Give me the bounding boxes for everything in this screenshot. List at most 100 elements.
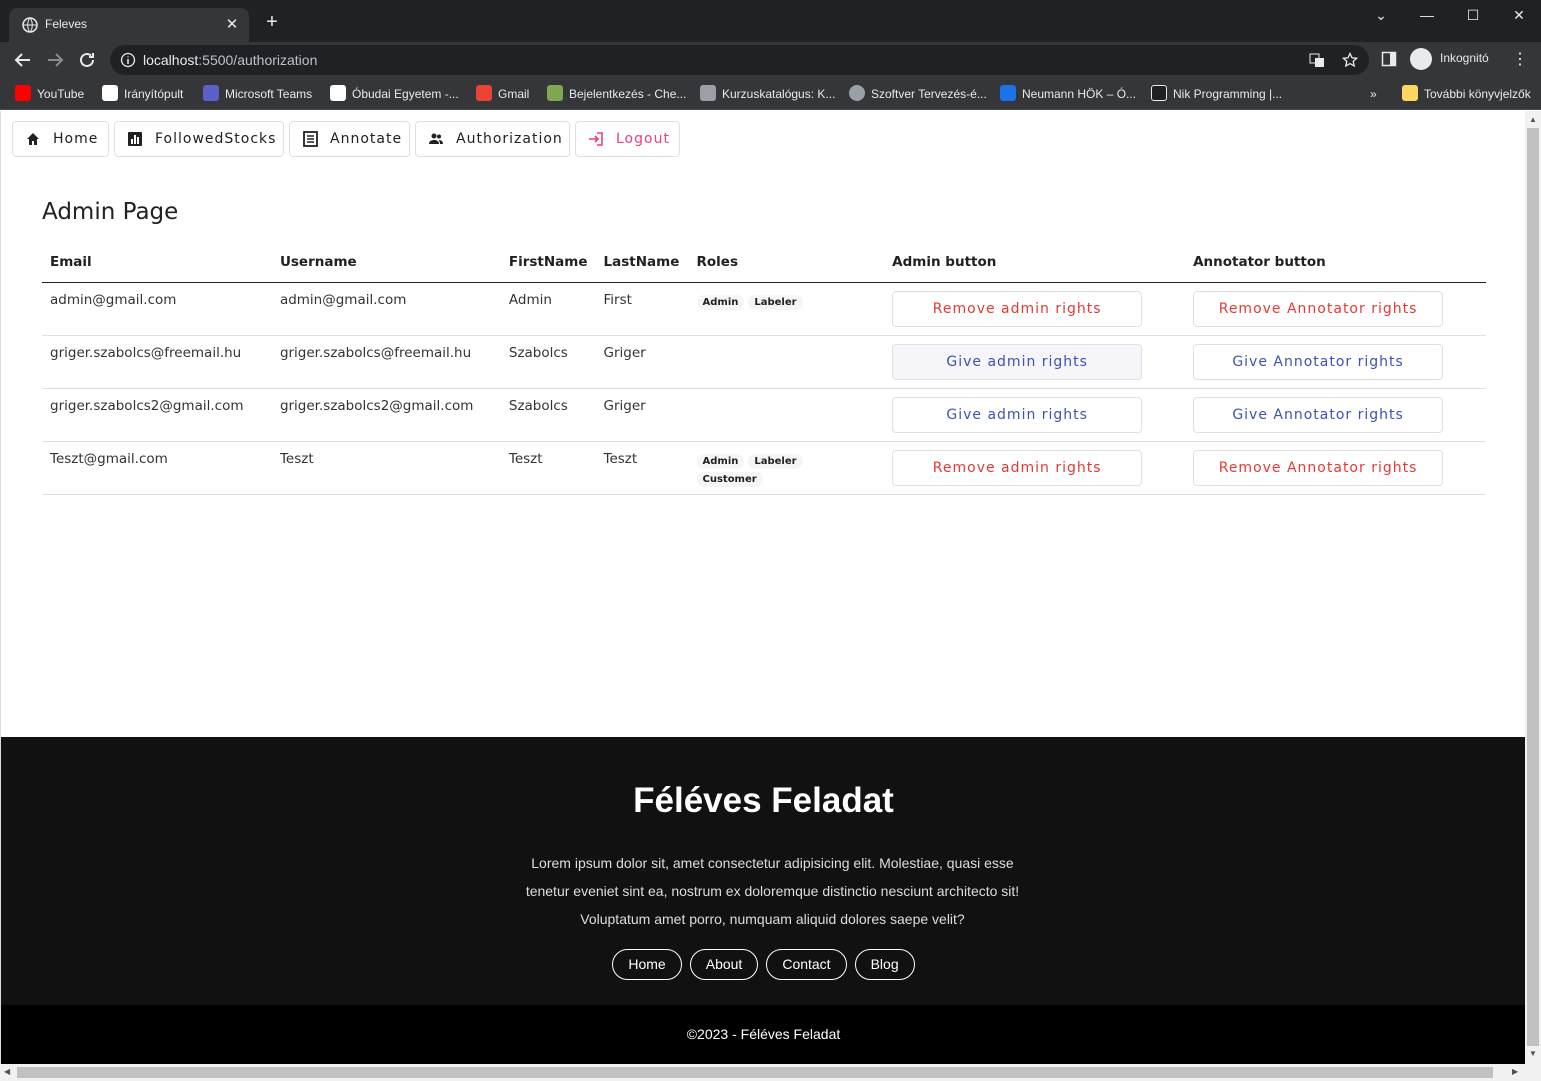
nav-followedstocks-button[interactable]: FollowedStocks: [114, 121, 284, 157]
give-admin-rights-button[interactable]: Give admin rights: [892, 343, 1143, 380]
cell-firstname: Szabolcs: [500, 388, 596, 442]
give-admin-rights-button[interactable]: Give admin rights: [892, 396, 1143, 433]
scroll-left-icon[interactable]: ◀: [4, 1067, 10, 1076]
footer-home-link[interactable]: Home: [612, 949, 682, 980]
new-tab-icon[interactable]: +: [262, 12, 282, 32]
remove-annotator-rights-button[interactable]: Remove Annotator rights: [1193, 290, 1444, 327]
page-title: Admin Page: [42, 199, 179, 225]
doc-icon: [330, 85, 346, 101]
cell-email: griger.szabolcs@freemail.hu: [42, 335, 272, 389]
role-chip: Admin: [696, 453, 745, 469]
role-chip: Labeler: [748, 294, 803, 310]
remove-annotator-rights-button[interactable]: Remove Annotator rights: [1193, 449, 1444, 486]
footer-blog-link[interactable]: Blog: [854, 949, 915, 980]
cell-lastname: Teszt: [595, 441, 689, 495]
incognito-icon: [1410, 48, 1432, 70]
bookmark-star-icon[interactable]: [1342, 52, 1358, 68]
table-row: admin@gmail.com admin@gmail.com Admin Fi…: [42, 282, 1486, 336]
cell-username: admin@gmail.com: [271, 282, 501, 336]
back-icon[interactable]: [12, 49, 34, 71]
tab-title: Feleves: [45, 17, 88, 31]
tab-search-icon[interactable]: ⌄: [1366, 4, 1396, 26]
users-table: Email Username FirstName LastName Roles …: [42, 251, 1486, 495]
vertical-scrollbar[interactable]: ▲ ▼: [1525, 111, 1541, 1064]
cell-roles: [688, 388, 885, 442]
nav-home-button[interactable]: Home: [12, 121, 109, 157]
give-annotator-rights-button[interactable]: Give Annotator rights: [1193, 396, 1444, 433]
other-bookmarks[interactable]: További könyvjelzők: [1402, 84, 1531, 104]
nh-icon: [1000, 85, 1016, 101]
cell-email: Teszt@gmail.com: [42, 441, 272, 495]
footer-text: Lorem ipsum dolor sit, amet consectetur …: [525, 855, 1020, 927]
browser-tab[interactable]: Feleves ✕: [9, 8, 249, 42]
gmail-icon: [476, 85, 492, 101]
url-text: localhost:5500/authorization: [143, 52, 318, 68]
scroll-down-icon[interactable]: ▼: [1529, 1049, 1537, 1058]
nav-annotate-button[interactable]: Annotate: [289, 121, 410, 157]
header-username: Username: [271, 251, 501, 283]
bookmark-obudai[interactable]: Óbudai Egyetem -...: [330, 84, 459, 104]
cell-roles: Admin Labeler: [688, 282, 885, 336]
scroll-right-icon[interactable]: ▶: [1512, 1067, 1518, 1076]
header-email: Email: [42, 251, 272, 283]
footer-about-link[interactable]: About: [689, 949, 759, 980]
bookmark-nik[interactable]: Nik Programming |...: [1151, 84, 1282, 104]
role-chip: Customer: [696, 471, 763, 487]
page-content: Home FollowedStocks Annotate Authorizati…: [0, 111, 1525, 1064]
bookmark-youtube[interactable]: YouTube: [15, 84, 84, 104]
footer-contact-link[interactable]: Contact: [766, 949, 847, 980]
browser-menu-icon[interactable]: ⋮: [1512, 50, 1528, 70]
nav-logout-button[interactable]: Logout: [575, 121, 680, 157]
bookmark-iranyitopult[interactable]: Irányítópult: [102, 84, 183, 104]
remove-admin-rights-button[interactable]: Remove admin rights: [892, 290, 1143, 327]
cell-firstname: Teszt: [500, 441, 596, 495]
minimize-icon[interactable]: —: [1412, 4, 1442, 26]
forward-icon[interactable]: [44, 49, 66, 71]
cell-admin-button: Remove admin rights: [884, 441, 1186, 495]
cell-annotator-button: Give Annotator rights: [1185, 388, 1486, 442]
cell-firstname: Admin: [500, 282, 596, 336]
translate-icon[interactable]: [1309, 52, 1325, 68]
cell-lastname: Griger: [595, 388, 689, 442]
bookmark-chess[interactable]: Bejelentkezés - Che...: [547, 84, 686, 104]
table-row: Teszt@gmail.com Teszt Teszt Teszt Admin L…: [42, 441, 1486, 495]
cell-roles: [688, 335, 885, 389]
cell-lastname: Griger: [595, 335, 689, 389]
nav-authorization-button[interactable]: Authorization: [415, 121, 570, 157]
horizontal-scrollbar[interactable]: ◀ ▶: [0, 1064, 1541, 1081]
horizontal-scroll-thumb[interactable]: [17, 1067, 1493, 1078]
vertical-scroll-thumb[interactable]: [1527, 128, 1539, 1046]
cell-admin-button: Give admin rights: [884, 335, 1186, 389]
cell-username: Teszt: [271, 441, 501, 495]
address-bar[interactable]: localhost:5500/authorization: [110, 45, 1369, 75]
reload-icon[interactable]: [76, 49, 98, 71]
header-roles: Roles: [688, 251, 885, 283]
bookmark-szoftver[interactable]: Szoftver Tervezés-é...: [849, 84, 987, 104]
cell-admin-button: Remove admin rights: [884, 282, 1186, 336]
give-annotator-rights-button[interactable]: Give Annotator rights: [1193, 343, 1444, 380]
cell-username: griger.szabolcs2@gmail.com: [271, 388, 501, 442]
header-admin-button: Admin button: [884, 251, 1186, 283]
window-close-icon[interactable]: ✕: [1504, 4, 1534, 26]
bookmark-kurzuskatalogus[interactable]: Kurzuskatalógus: K...: [700, 84, 835, 104]
maximize-icon[interactable]: ☐: [1458, 4, 1488, 26]
folder-icon: [1402, 85, 1418, 101]
logout-icon: [589, 132, 603, 146]
info-icon[interactable]: [120, 52, 136, 68]
bookmark-neumann[interactable]: Neumann HÖK – Ó...: [1000, 84, 1136, 104]
browser-toolbar: localhost:5500/authorization Inkognitó ⋮: [0, 42, 1541, 78]
cell-roles: Admin Labeler Customer: [688, 441, 885, 495]
cell-email: griger.szabolcs2@gmail.com: [42, 388, 272, 442]
side-panel-icon[interactable]: [1381, 51, 1397, 67]
tab-close-icon[interactable]: ✕: [223, 16, 241, 34]
footer-links: Home About Contact Blog: [1, 949, 1525, 980]
remove-admin-rights-button[interactable]: Remove admin rights: [892, 449, 1143, 486]
more-bookmarks-icon[interactable]: »: [1370, 84, 1377, 104]
bookmark-gmail[interactable]: Gmail: [476, 84, 529, 104]
bar-chart-icon: [128, 132, 142, 146]
wave-icon: [700, 85, 716, 101]
scroll-up-icon[interactable]: ▲: [1529, 115, 1537, 124]
bookmark-teams[interactable]: Microsoft Teams: [203, 84, 312, 104]
globe-icon: [849, 85, 865, 101]
cell-annotator-button: Remove Annotator rights: [1185, 282, 1486, 336]
